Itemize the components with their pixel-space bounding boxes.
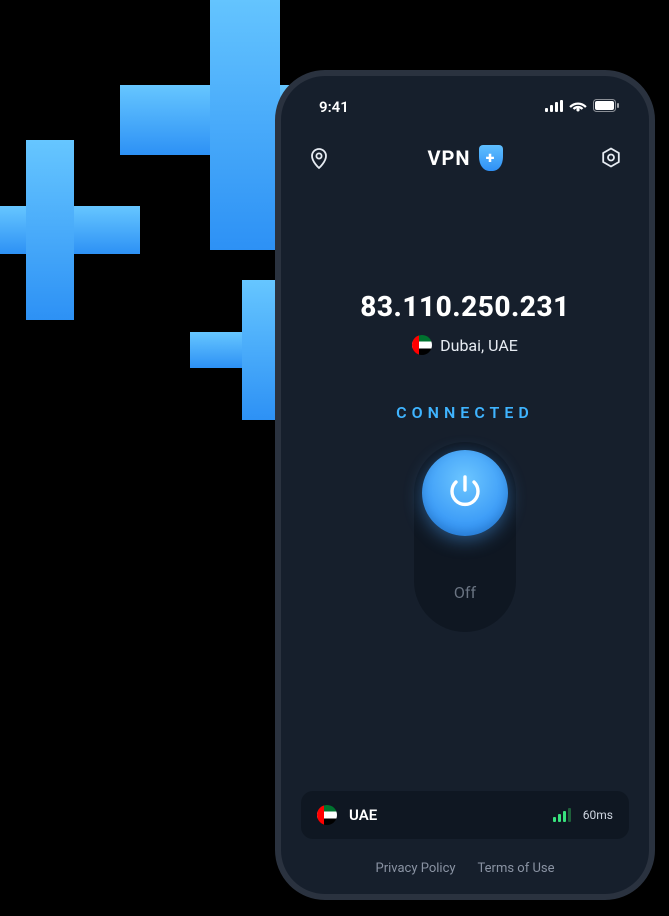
location-text: Dubai, UAE: [440, 336, 518, 355]
connection-status: CONNECTED: [396, 403, 534, 422]
power-knob: [422, 450, 508, 536]
power-toggle[interactable]: Off: [414, 442, 516, 632]
signal-icon: [553, 808, 571, 822]
settings-icon-button[interactable]: [597, 144, 625, 172]
privacy-policy-link[interactable]: Privacy Policy: [376, 861, 456, 876]
uae-flag-icon: [412, 335, 432, 355]
location-row: Dubai, UAE: [412, 335, 518, 355]
decorative-plus: [0, 140, 140, 320]
ip-address: 83.110.250.231: [360, 290, 570, 323]
toggle-off-label: Off: [414, 583, 516, 602]
shield-plus-icon: [479, 145, 503, 171]
power-icon: [446, 472, 484, 514]
main-content: 83.110.250.231 Dubai, UAE CONNECTED Off …: [301, 172, 629, 876]
status-time: 9:41: [319, 98, 349, 116]
footer-links: Privacy Policy Terms of Use: [376, 861, 555, 876]
terms-of-use-link[interactable]: Terms of Use: [478, 861, 555, 876]
uae-flag-icon: [317, 805, 337, 825]
location-icon-button[interactable]: [305, 144, 333, 172]
server-card[interactable]: UAE 60ms: [301, 791, 629, 839]
server-ping: 60ms: [583, 808, 613, 822]
app-header: VPN: [301, 144, 629, 172]
wifi-icon: [569, 98, 587, 116]
server-name: UAE: [349, 806, 541, 824]
battery-icon: [593, 98, 619, 116]
phone-frame: 9:41 VPN 83.110.250.231: [275, 70, 655, 900]
status-bar: 9:41: [301, 90, 629, 120]
app-title-text: VPN: [427, 146, 470, 170]
cellular-icon: [545, 98, 563, 116]
app-title: VPN: [427, 145, 502, 171]
